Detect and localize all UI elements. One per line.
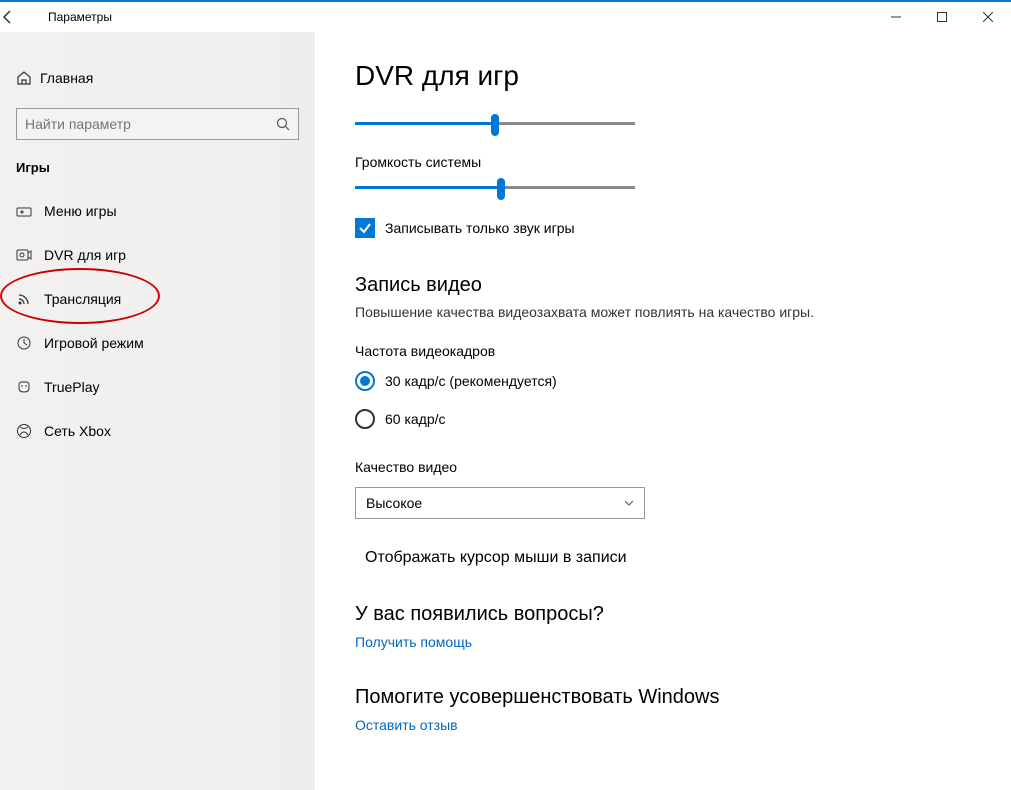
help-link[interactable]: Получить помощь (355, 634, 971, 650)
radio-icon (355, 409, 375, 429)
sidebar-item-trueplay[interactable]: TruePlay (0, 365, 315, 409)
game-mode-icon (16, 335, 44, 351)
checkbox-record-game-only[interactable]: Записывать только звук игры (355, 218, 971, 238)
video-section-desc: Повышение качества видеозахвата может по… (355, 303, 815, 323)
sidebar-item-game-mode[interactable]: Игровой режим (0, 321, 315, 365)
sidebar-item-dvr[interactable]: DVR для игр (0, 233, 315, 277)
radio-label: 60 кадр/с (385, 411, 446, 427)
sidebar-item-game-bar[interactable]: Меню игры (0, 189, 315, 233)
window-title: Параметры (48, 10, 112, 24)
sidebar-item-label: Трансляция (44, 291, 121, 307)
home-nav[interactable]: Главная (0, 60, 315, 96)
feedback-link[interactable]: Оставить отзыв (355, 717, 971, 733)
radio-30fps[interactable]: 30 кадр/с (рекомендуется) (355, 371, 971, 391)
minimize-button[interactable] (873, 1, 919, 33)
search-input[interactable] (25, 116, 276, 132)
checkbox-icon (355, 218, 375, 238)
dvr-icon (16, 247, 44, 263)
home-icon (16, 70, 40, 86)
select-value: Высокое (366, 495, 422, 511)
back-button[interactable] (0, 9, 48, 25)
checkbox-label: Записывать только звук игры (385, 220, 575, 236)
radio-label: 30 кадр/с (рекомендуется) (385, 373, 557, 389)
category-label: Игры (0, 160, 315, 175)
xbox-icon (16, 423, 44, 439)
feedback-title: Помогите усовершенствовать Windows (355, 686, 971, 709)
radio-icon (355, 371, 375, 391)
game-bar-icon (16, 203, 44, 219)
sidebar-item-label: Игровой режим (44, 335, 144, 351)
sidebar: Главная Игры Меню игры DVR для игр (0, 32, 315, 790)
checkbox-show-cursor[interactable]: Отображать курсор мыши в записи (355, 549, 971, 567)
maximize-button[interactable] (919, 1, 965, 33)
main-content: DVR для игр Громкость системы Записывать… (315, 32, 1011, 790)
chevron-down-icon (624, 500, 634, 506)
framerate-label: Частота видеокадров (355, 343, 971, 359)
radio-60fps[interactable]: 60 кадр/с (355, 409, 971, 429)
sidebar-item-label: DVR для игр (44, 247, 126, 263)
sidebar-item-broadcast[interactable]: Трансляция (0, 277, 315, 321)
close-button[interactable] (965, 1, 1011, 33)
sidebar-item-xbox[interactable]: Сеть Xbox (0, 409, 315, 453)
titlebar: Параметры (0, 0, 1011, 32)
system-volume-label: Громкость системы (355, 154, 971, 170)
slider-1[interactable] (355, 112, 635, 136)
quality-select[interactable]: Высокое (355, 487, 645, 519)
sidebar-item-label: Меню игры (44, 203, 117, 219)
search-box[interactable] (16, 108, 299, 140)
questions-title: У вас появились вопросы? (355, 603, 971, 626)
page-title: DVR для игр (355, 60, 971, 92)
home-label: Главная (40, 70, 93, 86)
video-section-title: Запись видео (355, 274, 971, 297)
quality-label: Качество видео (355, 459, 971, 475)
trueplay-icon (16, 379, 44, 395)
sidebar-item-label: Сеть Xbox (44, 423, 111, 439)
broadcast-icon (16, 291, 44, 307)
checkbox-label: Отображать курсор мыши в записи (365, 549, 627, 567)
search-icon (276, 117, 290, 131)
slider-system-volume[interactable] (355, 176, 635, 200)
sidebar-item-label: TruePlay (44, 379, 100, 395)
